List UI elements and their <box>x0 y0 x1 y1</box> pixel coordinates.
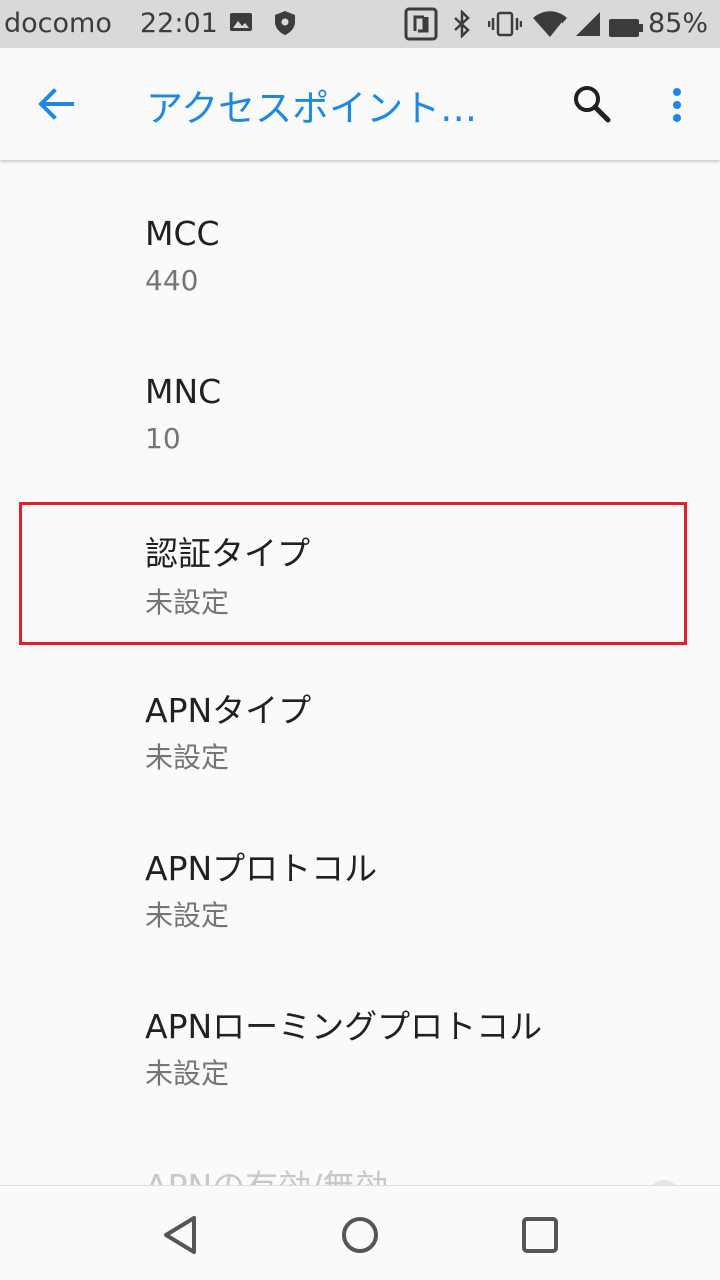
setting-auth-type[interactable]: 認証タイプ 未設定 <box>0 505 720 647</box>
setting-label: MCC <box>145 214 220 253</box>
navigation-bar <box>0 1185 720 1280</box>
setting-value: 未設定 <box>145 899 230 932</box>
setting-apn-protocol[interactable]: APNプロトコル 未設定 <box>0 818 720 976</box>
cellular-signal-icon <box>572 10 602 45</box>
vibrate-icon <box>487 10 523 45</box>
search-button[interactable] <box>566 78 618 130</box>
gallery-icon <box>229 10 253 41</box>
battery-percent: 85% <box>648 8 709 39</box>
back-button[interactable] <box>24 80 88 128</box>
setting-value: 未設定 <box>145 741 230 774</box>
status-bar: docomo 22:01 85% <box>0 0 720 48</box>
more-options-button[interactable] <box>660 78 694 130</box>
battery-icon <box>608 14 644 45</box>
screen: docomo 22:01 85% アクセスポイント… MCC 440 MNC 1… <box>0 0 720 1280</box>
setting-label: APNの有効/無効 <box>145 1160 388 1185</box>
status-time: 22:01 <box>140 8 218 39</box>
setting-value: 440 <box>145 264 199 297</box>
setting-label: MNC <box>145 372 222 411</box>
setting-value: 未設定 <box>145 1057 230 1090</box>
back-triangle-icon <box>156 1216 206 1264</box>
setting-apn-enable[interactable]: APNの有効/無効 <box>0 1134 720 1185</box>
settings-list: MCC 440 MNC 10 認証タイプ 未設定 APNタイプ 未設定 APNプ… <box>0 160 720 1185</box>
setting-apn-type[interactable]: APNタイプ 未設定 <box>0 660 720 818</box>
setting-value: 未設定 <box>145 586 230 619</box>
setting-value: 10 <box>145 422 181 455</box>
nav-back-button[interactable] <box>156 1210 206 1260</box>
setting-label: APNローミングプロトコル <box>145 1007 543 1046</box>
recents-square-icon <box>515 1217 565 1264</box>
home-circle-icon <box>335 1217 385 1264</box>
setting-apn-roaming-protocol[interactable]: APNローミングプロトコル 未設定 <box>0 976 720 1134</box>
setting-label: APNタイプ <box>145 691 312 730</box>
setting-label: 認証タイプ <box>145 534 310 573</box>
nav-recents-button[interactable] <box>515 1210 565 1260</box>
shield-icon <box>273 10 297 43</box>
setting-label: APNプロトコル <box>145 849 378 888</box>
page-title: アクセスポイント… <box>146 87 478 130</box>
setting-mnc[interactable]: MNC 10 <box>0 318 720 476</box>
nfc-icon <box>404 7 438 48</box>
bluetooth-icon <box>452 8 472 45</box>
wifi-icon <box>532 10 568 45</box>
carrier-name: docomo <box>4 8 112 39</box>
setting-mcc[interactable]: MCC 440 <box>0 160 720 318</box>
app-bar: アクセスポイント… <box>0 48 720 160</box>
nav-home-button[interactable] <box>335 1210 385 1260</box>
